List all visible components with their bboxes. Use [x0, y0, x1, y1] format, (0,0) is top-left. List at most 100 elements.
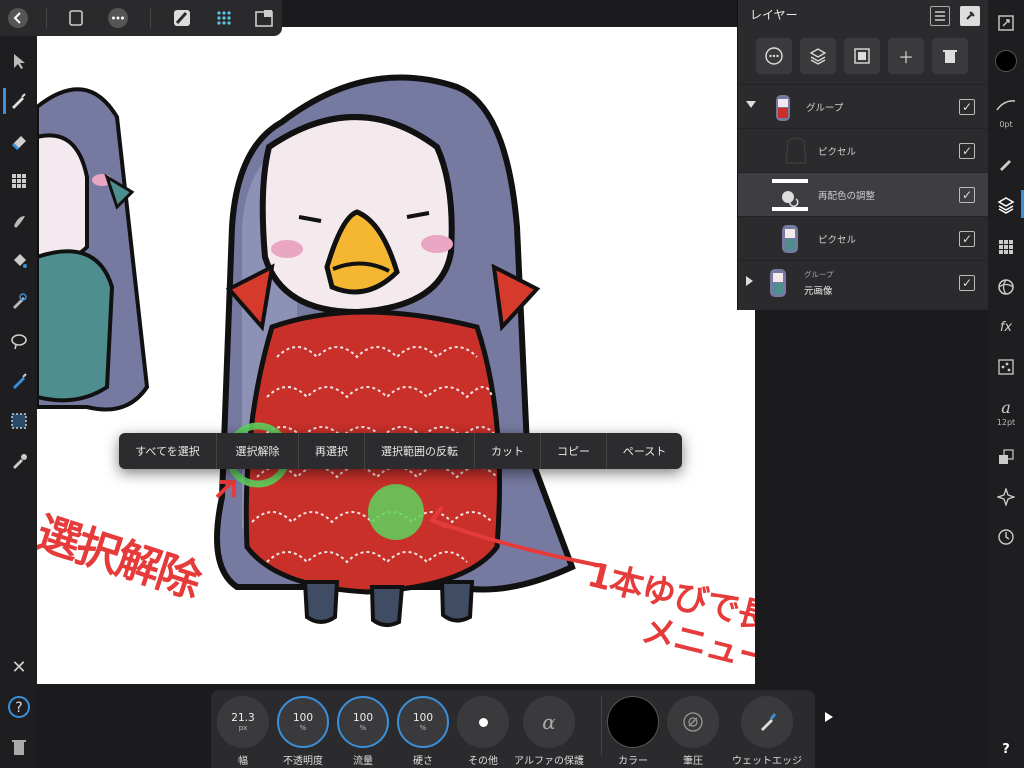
hardness-control[interactable]: 100 % [397, 696, 449, 748]
text-size-label: 12pt [996, 418, 1016, 427]
layer-row-group[interactable]: グループ ✓ [738, 84, 988, 128]
add-layer-icon[interactable]: ＋ [888, 38, 924, 74]
swatches-studio-icon[interactable] [993, 234, 1019, 260]
layer-row-pixel[interactable]: ピクセル ✓ [738, 216, 988, 260]
pixel-persona-icon[interactable] [212, 6, 236, 30]
color-button[interactable] [607, 696, 659, 748]
effects-studio-icon[interactable]: fx [993, 314, 1019, 340]
opacity-value: 100 [292, 712, 314, 724]
layer-type-label: グループ [804, 270, 834, 279]
collapse-triangle-icon[interactable] [746, 276, 753, 286]
adjustment-thumbnail [772, 177, 808, 213]
delete-layer-icon[interactable] [932, 38, 968, 74]
history-studio-icon[interactable] [993, 524, 1019, 550]
context-toolbar: 21.3 px 幅 100 % 不透明度 100 % 流量 100 % 硬さ そ… [211, 690, 833, 768]
menu-item-cut[interactable]: カット [475, 433, 541, 469]
color-swatch[interactable] [993, 48, 1019, 74]
layer-thumbnail [760, 265, 796, 301]
layer-row-recolor-adjustment[interactable]: 再配色の調整 ✓ [738, 172, 988, 216]
fullscreen-icon[interactable] [993, 10, 1019, 36]
help-icon[interactable]: ? [993, 736, 1019, 762]
stroke-icon[interactable] [993, 92, 1019, 118]
layer-visibility-checkbox[interactable]: ✓ [959, 187, 975, 203]
layer-visibility-checkbox[interactable]: ✓ [959, 275, 975, 291]
menu-item-copy[interactable]: コピー [541, 433, 607, 469]
layer-stack-icon[interactable] [800, 38, 836, 74]
divider [150, 8, 151, 28]
expand-triangle-icon[interactable] [746, 101, 756, 108]
back-icon[interactable] [6, 6, 30, 30]
layer-type-label: グループ [806, 103, 844, 114]
brush-width-value: 21.3 [231, 712, 255, 724]
layer-type-label: 再配色の調整 [818, 191, 876, 202]
lasso-tool-icon[interactable] [6, 328, 32, 354]
menu-item-deselect[interactable]: 選択解除 [217, 433, 299, 469]
eraser-tool-icon[interactable] [6, 128, 32, 154]
menu-item-invert-selection[interactable]: 選択範囲の反転 [365, 433, 475, 469]
text-studio-icon[interactable]: a [993, 394, 1019, 420]
fill-tool-icon[interactable] [6, 248, 32, 274]
layer-row-pixel[interactable]: ピクセル ✓ [738, 128, 988, 172]
layer-visibility-checkbox[interactable]: ✓ [959, 231, 975, 247]
svg-text:?: ? [15, 700, 22, 716]
move-tool-icon[interactable] [6, 48, 32, 74]
pin-panel-icon[interactable] [960, 6, 980, 26]
top-toolbar [0, 0, 282, 36]
opacity-control[interactable]: 100 % [277, 696, 329, 748]
transform-studio-icon[interactable] [993, 444, 1019, 470]
pressure-button[interactable] [667, 696, 719, 748]
layers-panel: レイヤー ＋ グループ ✓ ピクセル ✓ 再配色の調整 ✓ ピクセル ✓ グルー… [737, 0, 988, 310]
panel-menu-icon[interactable] [930, 6, 950, 26]
marquee-tool-icon[interactable] [6, 408, 32, 434]
brushes-studio-icon[interactable] [993, 150, 1019, 176]
studio-bar: 0pt fx a 12pt ? [988, 0, 1024, 768]
selection-context-menu: すべてを選択 選択解除 再選択 選択範囲の反転 カット コピー ペースト [119, 433, 682, 469]
trash-icon[interactable] [6, 734, 32, 760]
menu-item-select-all[interactable]: すべてを選択 [119, 433, 217, 469]
color-picker-tool-icon[interactable] [6, 448, 32, 474]
layers-studio-icon[interactable] [993, 192, 1019, 218]
export-persona-icon[interactable] [252, 6, 276, 30]
paint-brush-tool-icon[interactable] [3, 88, 29, 114]
channels-studio-icon[interactable] [993, 354, 1019, 380]
stroke-width-label: 0pt [999, 120, 1013, 129]
smudge-tool-icon[interactable] [6, 208, 32, 234]
close-icon[interactable]: ✕ [6, 654, 32, 680]
document-canvas[interactable]: 選択解除 1本ゆびで長押し メニューがでる [37, 27, 755, 684]
layer-visibility-checkbox[interactable]: ✓ [959, 99, 975, 115]
navigator-studio-icon[interactable] [993, 484, 1019, 510]
layer-thumbnail [772, 221, 808, 257]
wet-edges-toggle[interactable] [741, 696, 793, 748]
layers-panel-title: レイヤー [750, 8, 798, 22]
more-options-button[interactable] [457, 696, 509, 748]
protect-alpha-label: アルファの保護 [514, 756, 584, 767]
help-icon[interactable]: ? [6, 694, 32, 720]
menu-item-paste[interactable]: ペースト [607, 433, 682, 469]
brush-width-control[interactable]: 21.3 px [217, 696, 269, 748]
pixel-grid-tool-icon[interactable] [6, 168, 32, 194]
alpha-icon: α [542, 710, 556, 734]
layer-thumbnail [778, 133, 814, 169]
layer-visibility-checkbox[interactable]: ✓ [959, 143, 975, 159]
flow-unit: % [359, 724, 367, 732]
designer-persona-icon[interactable] [170, 6, 194, 30]
document-icon[interactable] [64, 6, 88, 30]
more-icon[interactable] [106, 6, 130, 30]
left-tools-panel: ✕ ? [0, 36, 37, 768]
layer-name: 元画像 [804, 286, 833, 297]
expand-toolbar-icon[interactable] [825, 712, 833, 722]
adjustments-studio-icon[interactable] [993, 274, 1019, 300]
layer-options-icon[interactable] [756, 38, 792, 74]
layer-type-label: ピクセル [818, 235, 857, 246]
hardness-value: 100 [412, 712, 434, 724]
mask-layer-icon[interactable] [844, 38, 880, 74]
flow-control[interactable]: 100 % [337, 696, 389, 748]
wet-edges-label: ウェットエッジ [732, 756, 802, 767]
selection-brush-tool-icon[interactable] [6, 288, 32, 314]
layer-row-group-original[interactable]: グループ 元画像 ✓ [738, 260, 988, 304]
menu-item-reselect[interactable]: 再選択 [299, 433, 365, 469]
flow-value: 100 [352, 712, 374, 724]
protect-alpha-toggle[interactable]: α [523, 696, 575, 748]
brush-width-unit: px [238, 724, 248, 732]
pen-tool-icon[interactable] [6, 368, 32, 394]
